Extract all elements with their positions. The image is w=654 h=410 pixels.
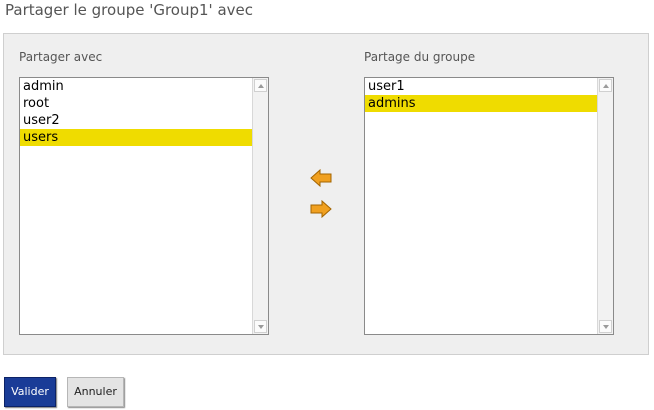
chevron-up-icon [603, 84, 609, 88]
left-list-label: Partager avec [19, 50, 103, 64]
right-list-label: Partage du groupe [364, 50, 476, 64]
available-users-list[interactable]: admin root user2 users [19, 77, 269, 335]
chevron-up-icon [258, 84, 264, 88]
scroll-down-button[interactable] [254, 320, 267, 333]
list-item[interactable]: users [20, 129, 252, 146]
scroll-up-button[interactable] [254, 79, 267, 92]
list-item[interactable]: admin [20, 78, 252, 95]
scrollbar[interactable] [252, 78, 268, 334]
arrow-right-icon [310, 199, 332, 219]
add-to-group-button[interactable] [310, 168, 332, 188]
remove-from-group-button[interactable] [310, 199, 332, 219]
chevron-down-icon [603, 325, 609, 329]
dialog-title: Partager le groupe 'Group1' avec [5, 1, 253, 19]
list-item[interactable]: admins [365, 95, 597, 112]
validate-button[interactable]: Valider [4, 377, 56, 407]
scroll-up-button[interactable] [599, 79, 612, 92]
scroll-down-button[interactable] [599, 320, 612, 333]
list-item[interactable]: user1 [365, 78, 597, 95]
cancel-button[interactable]: Annuler [67, 377, 124, 407]
list-item[interactable]: root [20, 95, 252, 112]
chevron-down-icon [258, 325, 264, 329]
scrollbar[interactable] [597, 78, 613, 334]
share-panel: Partager avec Partage du groupe admin ro… [3, 33, 649, 355]
arrow-left-icon [310, 168, 332, 188]
list-item[interactable]: user2 [20, 112, 252, 129]
group-shares-list[interactable]: user1 admins [364, 77, 614, 335]
